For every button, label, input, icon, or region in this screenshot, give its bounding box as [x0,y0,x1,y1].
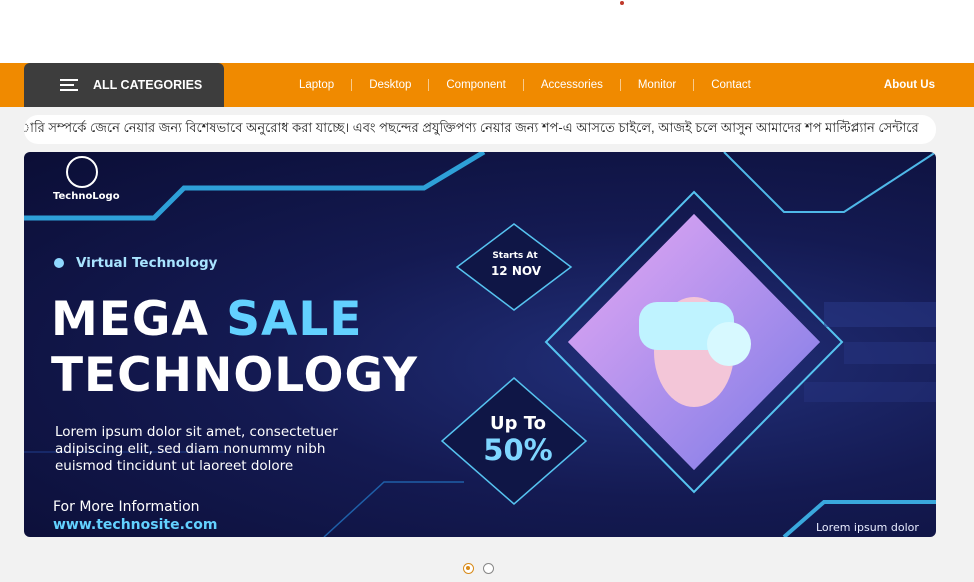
carousel-dot-1[interactable] [463,563,474,574]
discount-value: 50% [483,433,553,467]
nav-link-laptop[interactable]: Laptop [282,79,351,91]
banner-corner-text: Lorem ipsum dolor [816,521,919,534]
about-us-link[interactable]: About Us [884,63,935,107]
more-info-label: For More Information [53,499,200,515]
marquee-text: ারি সম্পর্কে জেনে নেয়ার জন্য বিশেষভাবে … [24,120,919,135]
banner-headline-2: TECHNOLOGY [51,348,419,403]
carousel-dots [463,563,503,574]
news-marquee: ারি সম্পর্কে জেনে নেয়ার জন্য বিশেষভাবে … [24,115,936,144]
nav-links: Laptop Desktop Component Accessories Mon… [282,63,768,107]
banner-site-link: www.technosite.com [53,517,218,533]
nav-link-contact[interactable]: Contact [693,79,768,91]
hero-banner[interactable]: TechnoLogo Virtual Technology MEGA SALE … [24,152,936,537]
nav-link-monitor[interactable]: Monitor [619,79,693,91]
top-header [0,0,974,63]
banner-headline: MEGA SALE [51,292,363,347]
banner-body: Lorem ipsum dolor sit amet, consectetuer… [55,424,338,474]
starts-label: Starts At [492,251,538,261]
all-categories-button[interactable]: ALL CATEGORIES [24,63,224,107]
nav-link-component[interactable]: Component [428,79,522,91]
technologo-icon [66,156,98,188]
all-categories-label: ALL CATEGORIES [93,78,203,92]
brand-logo-text: TechnoLogo [53,191,120,202]
carousel-dot-2[interactable] [483,563,494,574]
menu-icon [60,79,78,91]
nav-link-accessories[interactable]: Accessories [522,79,620,91]
header-dot [620,1,624,5]
starts-date: 12 NOV [490,264,542,278]
discount-label: Up To [489,413,547,434]
nav-link-desktop[interactable]: Desktop [351,79,428,91]
banner-tag: Virtual Technology [54,255,217,271]
